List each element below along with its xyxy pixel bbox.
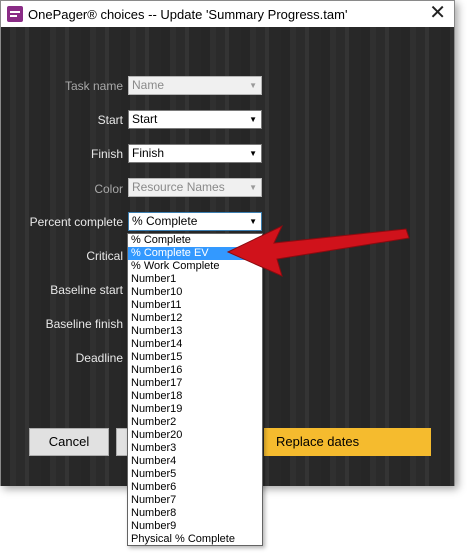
color-value: Resource Names <box>132 180 225 194</box>
start-label: Start <box>97 113 123 127</box>
dropdown-option[interactable]: Number17 <box>128 377 262 390</box>
percent-complete-dropdown-list[interactable]: % Complete% Complete EV% Work Complete Nu… <box>127 233 263 546</box>
color-label: Color <box>94 182 123 196</box>
finish-label: Finish <box>90 147 123 161</box>
finish-select[interactable]: Finish ▼ <box>128 144 262 163</box>
dropdown-option[interactable]: Number2 <box>128 416 262 429</box>
cancel-button[interactable]: Cancel <box>29 428 109 456</box>
chevron-down-icon: ▼ <box>249 115 257 124</box>
dropdown-option[interactable]: % Complete <box>128 234 262 247</box>
dropdown-option[interactable]: Number20 <box>128 429 262 442</box>
chevron-down-icon: ▼ <box>249 217 257 226</box>
start-value: Start <box>132 112 158 126</box>
chevron-down-icon: ▼ <box>249 183 257 192</box>
color-select: Resource Names ▼ <box>128 178 262 197</box>
percent-complete-select[interactable]: % Complete ▼ <box>128 212 262 231</box>
dropdown-option[interactable]: Physical % Complete <box>128 533 262 546</box>
task-name-select: Name ▼ <box>128 76 262 95</box>
dropdown-option[interactable]: Number6 <box>128 481 262 494</box>
dropdown-option[interactable]: % Complete EV <box>128 247 262 260</box>
dropdown-option[interactable]: Number12 <box>128 312 262 325</box>
deadline-label: Deadline <box>75 351 123 365</box>
dropdown-option[interactable]: Number10 <box>128 286 262 299</box>
dropdown-option[interactable]: Number7 <box>128 494 262 507</box>
dropdown-option[interactable]: Number19 <box>128 403 262 416</box>
task-name-value: Name <box>132 78 165 92</box>
dropdown-option[interactable]: Number14 <box>128 338 262 351</box>
chevron-down-icon: ▼ <box>249 149 257 158</box>
dropdown-option[interactable]: Number8 <box>128 507 262 520</box>
dropdown-option[interactable]: Number11 <box>128 299 262 312</box>
title-bar: OnePager® choices -- Update 'Summary Pro… <box>1 1 454 27</box>
dropdown-option[interactable]: Number3 <box>128 442 262 455</box>
finish-value: Finish <box>132 146 165 160</box>
dropdown-option[interactable]: Number18 <box>128 390 262 403</box>
dropdown-option[interactable]: Number13 <box>128 325 262 338</box>
task-name-label: Task name <box>64 79 123 93</box>
dropdown-option[interactable]: Number15 <box>128 351 262 364</box>
dropdown-option[interactable]: Number4 <box>128 455 262 468</box>
dropdown-option[interactable]: Number9 <box>128 520 262 533</box>
dropdown-option[interactable]: Number1 <box>128 273 262 286</box>
close-icon[interactable]: ✕ <box>429 3 446 23</box>
window-title: OnePager® choices -- Update 'Summary Pro… <box>28 7 348 22</box>
chevron-down-icon: ▼ <box>249 81 257 90</box>
replace-dates-button[interactable]: Replace dates <box>264 428 431 456</box>
percent-complete-value: % Complete <box>132 214 198 228</box>
dropdown-option[interactable]: % Work Complete <box>128 260 262 273</box>
critical-label: Critical <box>86 249 123 263</box>
dropdown-option[interactable]: Number5 <box>128 468 262 481</box>
baseline-start-label: Baseline start <box>50 283 123 297</box>
dropdown-option[interactable]: Number16 <box>128 364 262 377</box>
percent-complete-label: Percent complete <box>29 215 123 229</box>
baseline-finish-label: Baseline finish <box>45 317 123 331</box>
onepager-logo-icon <box>7 6 23 22</box>
start-select[interactable]: Start ▼ <box>128 110 262 129</box>
